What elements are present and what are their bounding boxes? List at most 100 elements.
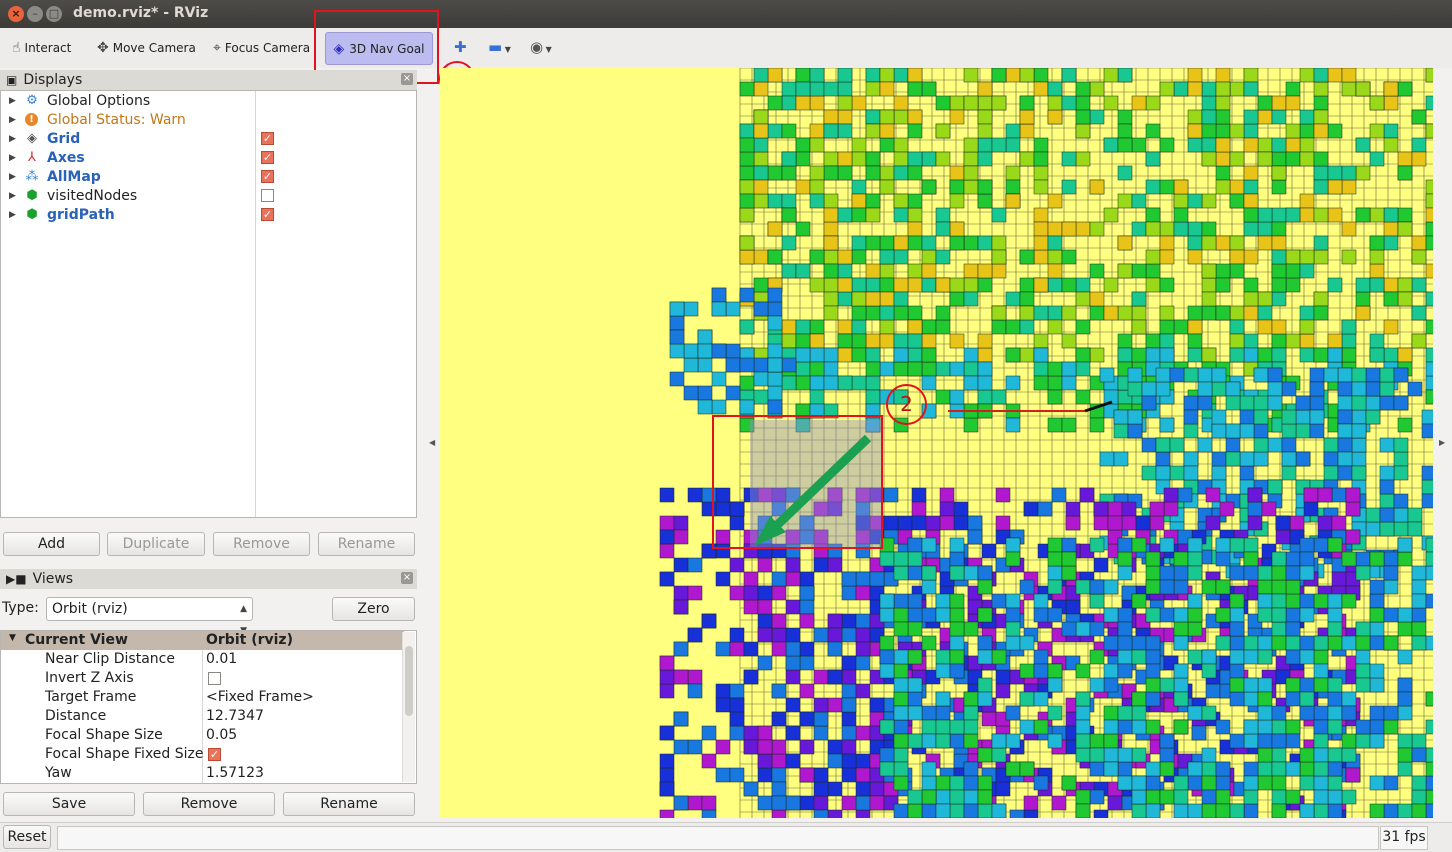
display-item-label: gridPath bbox=[47, 206, 115, 223]
property-key: Invert Z Axis bbox=[45, 670, 134, 686]
view-type-select[interactable]: Orbit (rviz) ▲▼ bbox=[46, 597, 253, 636]
collapse-arrow-icon[interactable]: ▼ bbox=[9, 633, 16, 643]
property-key: Focal Shape Size bbox=[45, 727, 163, 743]
gridpath-enabled-checkbox[interactable]: ✓ bbox=[261, 208, 274, 221]
axes-icon: ⅄ bbox=[28, 149, 36, 165]
properties-scrollbar[interactable] bbox=[402, 632, 415, 782]
property-row[interactable]: Focal Shape Fixed Size ✓ bbox=[1, 745, 404, 764]
gear-icon: ⚙ bbox=[26, 92, 38, 108]
display-item-gridpath[interactable]: ▶ ⬢ gridPath ✓ bbox=[1, 205, 416, 224]
move-camera-tool-label: Move Camera bbox=[112, 41, 196, 55]
close-icon[interactable]: × bbox=[8, 6, 24, 22]
rename-display-button[interactable]: Rename bbox=[318, 532, 415, 556]
property-row[interactable]: Yaw 1.57123 bbox=[1, 764, 404, 783]
rename-view-button[interactable]: Rename bbox=[283, 792, 415, 816]
pointcloud-icon: ⁂ bbox=[25, 168, 39, 184]
current-view-row[interactable]: ▼ Current View Orbit (rviz) bbox=[1, 631, 404, 650]
move-camera-icon: ✥ bbox=[97, 40, 109, 56]
view-type-label: Type: bbox=[2, 600, 39, 616]
octomap-scene bbox=[659, 68, 1433, 818]
display-item-global-status[interactable]: ▶ ! Global Status: Warn bbox=[1, 110, 416, 129]
status-message-area bbox=[57, 826, 1379, 850]
focal-shape-fixed-size-checkbox[interactable]: ✓ bbox=[208, 748, 221, 761]
status-bar: Reset 31 fps bbox=[0, 822, 1452, 852]
display-item-label: visitedNodes bbox=[47, 187, 138, 204]
property-row[interactable]: Target Frame <Fixed Frame> bbox=[1, 688, 404, 707]
property-value[interactable]: 1.57123 bbox=[206, 765, 264, 781]
expand-arrow-icon[interactable]: ▶ bbox=[9, 153, 16, 163]
collapse-right-panel-icon[interactable]: ▶ bbox=[1439, 438, 1445, 447]
expand-arrow-icon[interactable]: ▶ bbox=[9, 191, 16, 201]
grid-enabled-checkbox[interactable]: ✓ bbox=[261, 132, 274, 145]
save-view-button[interactable]: Save bbox=[3, 792, 135, 816]
displays-panel-header: ▣ Displays × bbox=[0, 70, 417, 90]
expand-arrow-icon[interactable]: ▶ bbox=[9, 172, 16, 182]
property-value[interactable]: 0.05 bbox=[206, 727, 237, 743]
focus-camera-tool-button[interactable]: ⌖ Focus Camera bbox=[213, 38, 310, 58]
property-key: Current View bbox=[25, 632, 128, 648]
window-title: demo.rviz* - RViz bbox=[73, 5, 209, 21]
eye-icon[interactable]: ◉ ▼ bbox=[530, 38, 552, 56]
warning-icon: ! bbox=[25, 113, 38, 126]
invert-z-axis-checkbox[interactable] bbox=[208, 672, 221, 685]
nav-goal-tool-label: 3D Nav Goal bbox=[349, 41, 425, 56]
focus-camera-tool-label: Focus Camera bbox=[224, 41, 311, 55]
close-panel-icon[interactable]: × bbox=[401, 73, 413, 85]
display-item-label: Grid bbox=[47, 130, 81, 147]
property-value: Orbit (rviz) bbox=[206, 632, 293, 648]
fps-readout: 31 fps bbox=[1380, 826, 1428, 850]
display-item-axes[interactable]: ▶ ⅄ Axes ✓ bbox=[1, 148, 416, 167]
close-panel-icon[interactable]: × bbox=[401, 572, 413, 584]
title-bar: × – □ demo.rviz* - RViz bbox=[0, 0, 1452, 28]
property-value[interactable]: 0.01 bbox=[206, 651, 237, 667]
hand-pointer-icon: ☝ bbox=[12, 40, 21, 56]
expand-arrow-icon[interactable]: ▶ bbox=[9, 134, 16, 144]
camera-icon: ▶■ bbox=[6, 572, 27, 586]
property-value[interactable]: 12.7347 bbox=[206, 708, 264, 724]
maximize-icon[interactable]: □ bbox=[46, 6, 62, 22]
reset-button[interactable]: Reset bbox=[3, 825, 51, 849]
property-value[interactable]: <Fixed Frame> bbox=[206, 689, 314, 705]
move-camera-tool-button[interactable]: ✥ Move Camera bbox=[97, 38, 196, 58]
focus-camera-icon: ⌖ bbox=[213, 40, 221, 56]
display-item-label: AllMap bbox=[47, 168, 101, 185]
visitednodes-enabled-checkbox[interactable] bbox=[261, 189, 274, 202]
display-item-label: Axes bbox=[47, 149, 85, 166]
zero-button[interactable]: Zero bbox=[332, 597, 415, 621]
allmap-enabled-checkbox[interactable]: ✓ bbox=[261, 170, 274, 183]
property-row[interactable]: Focal Shape Size 0.05 bbox=[1, 726, 404, 745]
marker-icon: ⬢ bbox=[26, 206, 38, 222]
remove-view-button[interactable]: Remove bbox=[143, 792, 275, 816]
plus-icon[interactable]: ✚ bbox=[454, 38, 467, 56]
views-panel-title: Views bbox=[32, 571, 74, 587]
add-display-button[interactable]: Add bbox=[3, 532, 100, 556]
scrollbar-thumb[interactable] bbox=[405, 646, 413, 716]
collapse-left-panel-icon[interactable]: ◀ bbox=[429, 438, 435, 447]
annotation-marker-2: 2 bbox=[886, 384, 927, 425]
nav-goal-icon: ◈ bbox=[333, 40, 345, 57]
minus-icon[interactable]: ▬ ▼ bbox=[488, 38, 511, 56]
toolbar: ☝ Interact ✥ Move Camera ⌖ Focus Camera … bbox=[0, 28, 1452, 68]
expand-arrow-icon[interactable]: ▶ bbox=[9, 115, 16, 125]
display-item-visitednodes[interactable]: ▶ ⬢ visitedNodes bbox=[1, 186, 416, 205]
monitor-icon: ▣ bbox=[6, 73, 18, 87]
property-row[interactable]: Distance 12.7347 bbox=[1, 707, 404, 726]
grid-icon: ◈ bbox=[27, 130, 37, 146]
marker-icon: ⬢ bbox=[26, 187, 38, 203]
property-key: Near Clip Distance bbox=[45, 651, 175, 667]
property-row[interactable]: Invert Z Axis bbox=[1, 669, 404, 688]
display-item-label: Global Options bbox=[47, 92, 151, 109]
display-item-global-options[interactable]: ▶ ⚙ Global Options bbox=[1, 91, 416, 110]
expand-arrow-icon[interactable]: ▶ bbox=[9, 210, 16, 220]
remove-display-button[interactable]: Remove bbox=[213, 532, 310, 556]
display-item-grid[interactable]: ▶ ◈ Grid ✓ bbox=[1, 129, 416, 148]
display-item-allmap[interactable]: ▶ ⁂ AllMap ✓ bbox=[1, 167, 416, 186]
render-viewport[interactable] bbox=[440, 68, 1433, 818]
expand-arrow-icon[interactable]: ▶ bbox=[9, 96, 16, 106]
minimize-icon[interactable]: – bbox=[27, 6, 43, 22]
axes-enabled-checkbox[interactable]: ✓ bbox=[261, 151, 274, 164]
duplicate-display-button[interactable]: Duplicate bbox=[107, 532, 205, 556]
nav-goal-tool-button[interactable]: ◈ 3D Nav Goal bbox=[325, 32, 433, 65]
property-row[interactable]: Near Clip Distance 0.01 bbox=[1, 650, 404, 669]
interact-tool-button[interactable]: ☝ Interact bbox=[12, 38, 71, 58]
